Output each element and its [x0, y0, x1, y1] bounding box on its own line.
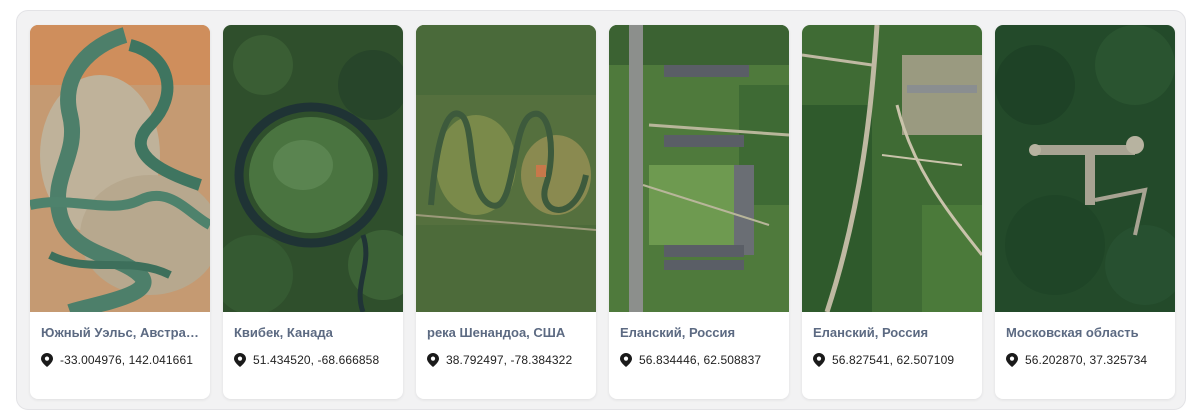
map-pin-icon [813, 353, 825, 367]
satellite-thumbnail[interactable] [995, 25, 1175, 312]
location-card-list: Южный Уэльс, Австрал... -33.004976, 142.… [30, 25, 1175, 399]
location-card[interactable]: Квибек, Канада 51.434520, -68.666858 [223, 25, 403, 399]
location-card[interactable]: Московская область 56.202870, 37.325734 [995, 25, 1175, 399]
coordinates-text: 56.202870, 37.325734 [1025, 353, 1148, 367]
map-pin-icon [1006, 353, 1018, 367]
card-title: Еланский, Россия [813, 325, 929, 340]
satellite-thumbnail[interactable] [609, 25, 789, 312]
coordinates-text: 51.434520, -68.666858 [253, 353, 380, 367]
card-coordinates: 56.827541, 62.507109 [813, 352, 972, 368]
coordinates-text: 56.834446, 62.508837 [639, 353, 762, 367]
card-coordinates: -33.004976, 142.041661 [41, 352, 200, 368]
map-pin-icon [234, 353, 246, 367]
card-coordinates: 51.434520, -68.666858 [234, 352, 393, 368]
card-title: река Шенандоа, США [427, 325, 566, 340]
satellite-thumbnail[interactable] [223, 25, 403, 312]
coordinates-text: 38.792497, -78.384322 [446, 353, 573, 367]
satellite-thumbnail[interactable] [802, 25, 982, 312]
location-card[interactable]: Еланский, Россия 56.827541, 62.507109 [802, 25, 982, 399]
location-card[interactable]: Южный Уэльс, Австрал... -33.004976, 142.… [30, 25, 210, 399]
map-pin-icon [41, 353, 53, 367]
coordinates-text: 56.827541, 62.507109 [832, 353, 955, 367]
satellite-thumbnail[interactable] [30, 25, 210, 312]
card-title: Еланский, Россия [620, 325, 736, 340]
satellite-thumbnail[interactable] [416, 25, 596, 312]
card-title: Московская область [1006, 325, 1139, 340]
location-card[interactable]: река Шенандоа, США 38.792497, -78.384322 [416, 25, 596, 399]
card-coordinates: 56.834446, 62.508837 [620, 352, 779, 368]
map-pin-icon [427, 353, 439, 367]
gallery-panel: Южный Уэльс, Австрал... -33.004976, 142.… [16, 10, 1186, 410]
card-title: Южный Уэльс, Австрал... [41, 325, 200, 340]
coordinates-text: -33.004976, 142.041661 [60, 353, 193, 367]
location-card[interactable]: Еланский, Россия 56.834446, 62.508837 [609, 25, 789, 399]
card-coordinates: 56.202870, 37.325734 [1006, 352, 1165, 368]
card-coordinates: 38.792497, -78.384322 [427, 352, 586, 368]
card-title: Квибек, Канада [234, 325, 333, 340]
map-pin-icon [620, 353, 632, 367]
